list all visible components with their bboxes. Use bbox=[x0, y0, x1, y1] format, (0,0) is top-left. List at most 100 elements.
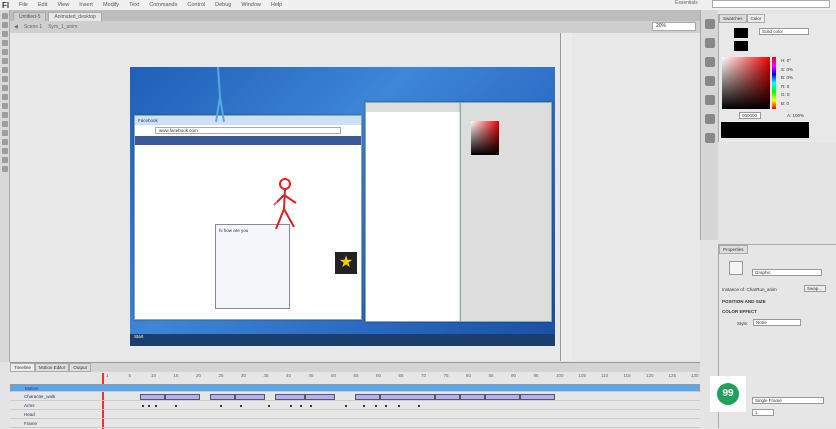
menu-commands[interactable]: Commands bbox=[149, 2, 177, 8]
align-icon[interactable] bbox=[705, 38, 715, 48]
timeline-layer[interactable]: Character_walk bbox=[10, 393, 700, 401]
alpha-value[interactable]: A: 100% bbox=[787, 113, 804, 118]
keyframe[interactable] bbox=[418, 405, 420, 407]
tab-animated-desktop[interactable]: Animated_desktop bbox=[48, 12, 102, 21]
first-frame-input[interactable]: 1 bbox=[752, 409, 774, 416]
motion-tween[interactable] bbox=[435, 394, 460, 400]
keyframe[interactable] bbox=[142, 405, 144, 407]
transform-tool-icon[interactable] bbox=[2, 31, 8, 37]
timeline-layer[interactable]: Head bbox=[10, 411, 700, 419]
keyframe[interactable] bbox=[345, 405, 347, 407]
selection-tool-icon[interactable] bbox=[2, 13, 8, 19]
fill-color-icon[interactable] bbox=[2, 166, 8, 172]
layer-name[interactable]: Head bbox=[24, 412, 35, 417]
red-value[interactable]: R: 0 bbox=[781, 83, 793, 92]
stroke-swatch[interactable] bbox=[734, 28, 748, 38]
keyframe[interactable] bbox=[148, 405, 150, 407]
motion-tween[interactable] bbox=[355, 394, 380, 400]
layer-name[interactable]: Frame bbox=[24, 421, 37, 426]
blue-value[interactable]: B: 0 bbox=[781, 100, 793, 109]
tab-timeline[interactable]: Timeline bbox=[10, 363, 35, 372]
menu-view[interactable]: View bbox=[57, 2, 69, 8]
keyframe[interactable] bbox=[290, 405, 292, 407]
motion-tween[interactable] bbox=[275, 394, 305, 400]
menu-modify[interactable]: Modify bbox=[103, 2, 119, 8]
motion-presets-icon[interactable] bbox=[705, 114, 715, 124]
timeline-layer[interactable]: Arms bbox=[10, 402, 700, 410]
code-snippets-icon[interactable] bbox=[705, 133, 715, 143]
timeline-layer[interactable]: Frame bbox=[10, 420, 700, 428]
stroke-color-icon[interactable] bbox=[2, 157, 8, 163]
menu-edit[interactable]: Edit bbox=[38, 2, 47, 8]
keyframe[interactable] bbox=[155, 405, 157, 407]
eraser-icon[interactable] bbox=[2, 130, 8, 136]
hex-input[interactable]: 000000 bbox=[739, 112, 761, 119]
subselection-tool-icon[interactable] bbox=[2, 22, 8, 28]
paint-bucket-icon[interactable] bbox=[2, 112, 8, 118]
zoom-select[interactable]: 20% bbox=[652, 22, 696, 31]
symbol-breadcrumb[interactable]: Sym_1_anim bbox=[48, 24, 77, 30]
motion-tween[interactable] bbox=[210, 394, 235, 400]
color-picker-field[interactable] bbox=[722, 57, 770, 109]
keyframe[interactable] bbox=[268, 405, 270, 407]
keyframe[interactable] bbox=[300, 405, 302, 407]
section-color-effect[interactable]: COLOR EFFECT bbox=[722, 309, 757, 314]
motion-tween[interactable] bbox=[460, 394, 485, 400]
transform-icon[interactable] bbox=[705, 76, 715, 86]
layer-name[interactable]: Motion bbox=[25, 386, 39, 391]
keyframe[interactable] bbox=[385, 405, 387, 407]
saturation-value[interactable]: S: 0% bbox=[781, 66, 793, 75]
menu-help[interactable]: Help bbox=[271, 2, 282, 8]
motion-tween[interactable] bbox=[520, 394, 555, 400]
loop-select[interactable]: Single Frame bbox=[752, 397, 824, 404]
tab-swatches[interactable]: Swatches bbox=[719, 14, 747, 23]
layer-name[interactable]: Character_walk bbox=[24, 394, 55, 399]
hue-value[interactable]: H: 0° bbox=[781, 57, 793, 66]
hand-tool-icon[interactable] bbox=[2, 139, 8, 145]
menu-text[interactable]: Text bbox=[129, 2, 139, 8]
tab-color[interactable]: Color bbox=[746, 14, 766, 23]
frame-ruler[interactable]: 1 5 10 15 20 25 30 35 40 45 50 55 60 65 70 75 80 85 90 95 10… bbox=[102, 373, 700, 383]
keyframe[interactable] bbox=[175, 405, 177, 407]
hue-slider[interactable] bbox=[772, 57, 776, 109]
keyframe[interactable] bbox=[240, 405, 242, 407]
timeline-layer[interactable]: Motion bbox=[10, 384, 700, 392]
keyframe[interactable] bbox=[310, 405, 312, 407]
vertical-scrollbar[interactable] bbox=[560, 33, 572, 361]
motion-tween[interactable] bbox=[380, 394, 435, 400]
workspace-switcher[interactable]: Essentials bbox=[675, 0, 698, 6]
menu-window[interactable]: Window bbox=[241, 2, 261, 8]
swap-button[interactable]: Swap... bbox=[804, 285, 826, 292]
tab-untitled[interactable]: Untitled-5 bbox=[13, 12, 47, 21]
menu-insert[interactable]: Insert bbox=[79, 2, 93, 8]
color-wheel-icon[interactable] bbox=[705, 57, 715, 67]
pen-tool-icon[interactable] bbox=[2, 49, 8, 55]
brush-tool-icon[interactable] bbox=[2, 94, 8, 100]
zoom-tool-icon[interactable] bbox=[2, 148, 8, 154]
brightness-value[interactable]: B: 0% bbox=[781, 74, 793, 83]
color-type-select[interactable]: Solid color bbox=[759, 28, 809, 35]
motion-tween[interactable] bbox=[235, 394, 265, 400]
menu-file[interactable]: File bbox=[19, 2, 28, 8]
menu-control[interactable]: Control bbox=[187, 2, 205, 8]
motion-tween[interactable] bbox=[485, 394, 520, 400]
eyedropper-icon[interactable] bbox=[2, 121, 8, 127]
components-icon[interactable] bbox=[705, 95, 715, 105]
line-tool-icon[interactable] bbox=[2, 67, 8, 73]
tab-motion-editor[interactable]: Motion Editor bbox=[34, 363, 70, 372]
tab-properties[interactable]: Properties bbox=[719, 245, 748, 254]
pencil-tool-icon[interactable] bbox=[2, 85, 8, 91]
tab-output[interactable]: Output bbox=[69, 363, 91, 372]
keyframe[interactable] bbox=[220, 405, 222, 407]
back-arrow-icon[interactable]: ◀ bbox=[14, 24, 18, 30]
rectangle-tool-icon[interactable] bbox=[2, 76, 8, 82]
text-tool-icon[interactable] bbox=[2, 58, 8, 64]
layer-name[interactable]: Arms bbox=[24, 403, 35, 408]
motion-tween[interactable] bbox=[165, 394, 200, 400]
lasso-tool-icon[interactable] bbox=[2, 40, 8, 46]
keyframe[interactable] bbox=[363, 405, 365, 407]
section-position-size[interactable]: POSITION AND SIZE bbox=[722, 299, 766, 304]
help-search-input[interactable] bbox=[712, 0, 830, 8]
library-icon[interactable] bbox=[705, 19, 715, 29]
style-select[interactable]: None bbox=[753, 319, 801, 326]
